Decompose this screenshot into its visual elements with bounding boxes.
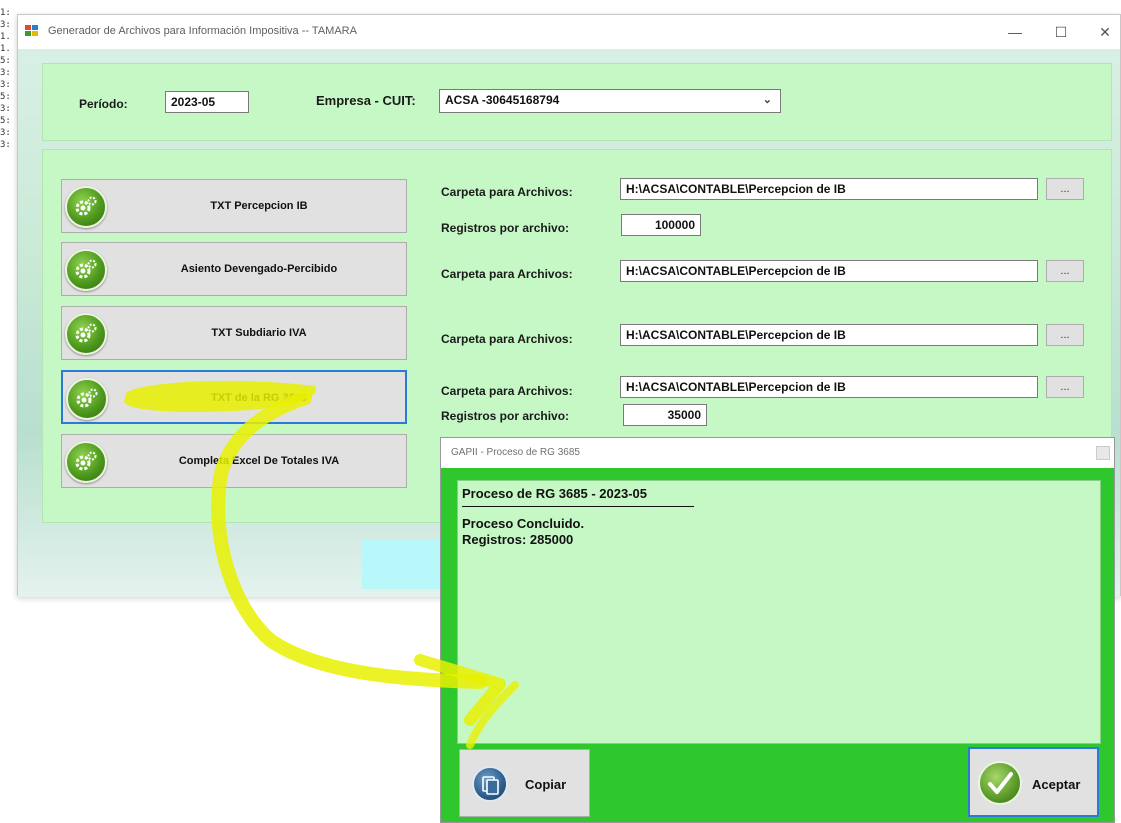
gears-icon <box>66 378 108 420</box>
empresa-combo[interactable]: ACSA -30645168794 ⌄ <box>439 89 781 113</box>
ok-button[interactable]: Aceptar <box>968 747 1099 817</box>
console-line: 5: <box>0 92 11 102</box>
dialog-message-area: Proceso de RG 3685 - 2023-05 Proceso Con… <box>457 480 1101 744</box>
console-line: 5: <box>0 56 11 66</box>
dialog-records: Registros: 285000 <box>462 532 574 547</box>
top-panel: Período: 2023-05 Empresa - CUIT: ACSA -3… <box>42 63 1112 141</box>
carpeta-input[interactable]: H:\ACSA\CONTABLE\Percepcion de IB <box>620 376 1038 398</box>
carpeta-label: Carpeta para Archivos: <box>441 332 573 346</box>
registros-label: Registros por archivo: <box>441 409 570 423</box>
periodo-label: Período: <box>79 97 128 111</box>
registros-input[interactable]: 35000 <box>623 404 707 426</box>
copy-button[interactable]: Copiar <box>459 749 590 817</box>
empresa-label: Empresa - CUIT: <box>316 93 416 108</box>
button-label: TXT de la RG 3685 <box>211 392 307 404</box>
console-line: 3: <box>0 68 11 78</box>
gears-icon <box>65 186 107 228</box>
registros-input[interactable]: 100000 <box>621 214 701 236</box>
chevron-down-icon: ⌄ <box>762 94 772 106</box>
button-label: Completa Excel De Totales IVA <box>178 455 340 467</box>
carpeta-input[interactable]: H:\ACSA\CONTABLE\Percepcion de IB <box>620 260 1038 282</box>
browse-button[interactable]: ... <box>1046 324 1084 346</box>
console-line: 3: <box>0 104 11 114</box>
minimize-button[interactable]: — <box>1004 21 1026 43</box>
maximize-button[interactable]: ☐ <box>1050 21 1072 43</box>
browse-button[interactable]: ... <box>1046 260 1084 282</box>
console-line: 5: <box>0 116 11 126</box>
console-line: 3: <box>0 80 11 90</box>
carpeta-label: Carpeta para Archivos: <box>441 185 573 199</box>
console-line: 1. <box>0 44 11 54</box>
status-area <box>362 539 444 589</box>
console-line: 1: <box>0 8 11 18</box>
txt-percepcion-ib-button[interactable]: TXT Percepcion IB <box>61 179 407 233</box>
button-label: TXT Percepcion IB <box>210 200 308 212</box>
completa-excel-button[interactable]: Completa Excel De Totales IVA <box>61 434 407 488</box>
gears-icon <box>65 249 107 291</box>
periodo-input[interactable]: 2023-05 <box>165 91 249 113</box>
carpeta-label: Carpeta para Archivos: <box>441 267 573 281</box>
carpeta-label: Carpeta para Archivos: <box>441 384 573 398</box>
checkmark-icon <box>978 761 1022 805</box>
process-dialog: GAPII - Proceso de RG 3685 Proceso de RG… <box>440 437 1115 823</box>
app-icon <box>25 25 39 37</box>
window-title: Generador de Archivos para Información I… <box>48 25 357 37</box>
carpeta-input[interactable]: H:\ACSA\CONTABLE\Percepcion de IB <box>620 178 1038 200</box>
console-line: 1. <box>0 32 11 42</box>
dialog-close-button[interactable] <box>1096 446 1110 460</box>
ok-label: Aceptar <box>1032 777 1081 792</box>
dialog-status: Proceso Concluido. <box>462 516 585 531</box>
console-line: 3: <box>0 140 11 150</box>
copy-label: Copiar <box>525 777 567 792</box>
dialog-title-bar: GAPII - Proceso de RG 3685 <box>441 438 1114 468</box>
console-line: 3: <box>0 128 11 138</box>
gears-icon <box>65 441 107 483</box>
txt-subdiario-iva-button[interactable]: TXT Subdiario IVA <box>61 306 407 360</box>
txt-rg-3685-button[interactable]: TXT de la RG 3685 <box>61 370 407 424</box>
browse-button[interactable]: ... <box>1046 376 1084 398</box>
button-label: TXT Subdiario IVA <box>211 327 307 339</box>
clipboard-icon <box>472 766 508 802</box>
empresa-combo-value: ACSA -30645168794 <box>445 93 560 107</box>
console-line: 3: <box>0 20 11 30</box>
asiento-devengado-button[interactable]: Asiento Devengado-Percibido <box>61 242 407 296</box>
close-button[interactable]: ✕ <box>1094 21 1116 43</box>
browse-button[interactable]: ... <box>1046 178 1084 200</box>
carpeta-input[interactable]: H:\ACSA\CONTABLE\Percepcion de IB <box>620 324 1038 346</box>
gears-icon <box>65 313 107 355</box>
button-label: Asiento Devengado-Percibido <box>180 263 338 275</box>
dialog-title: GAPII - Proceso de RG 3685 <box>451 447 580 458</box>
registros-label: Registros por archivo: <box>441 221 570 235</box>
divider <box>462 506 694 507</box>
title-bar: Generador de Archivos para Información I… <box>18 15 1120 49</box>
dialog-heading: Proceso de RG 3685 - 2023-05 <box>462 486 647 501</box>
